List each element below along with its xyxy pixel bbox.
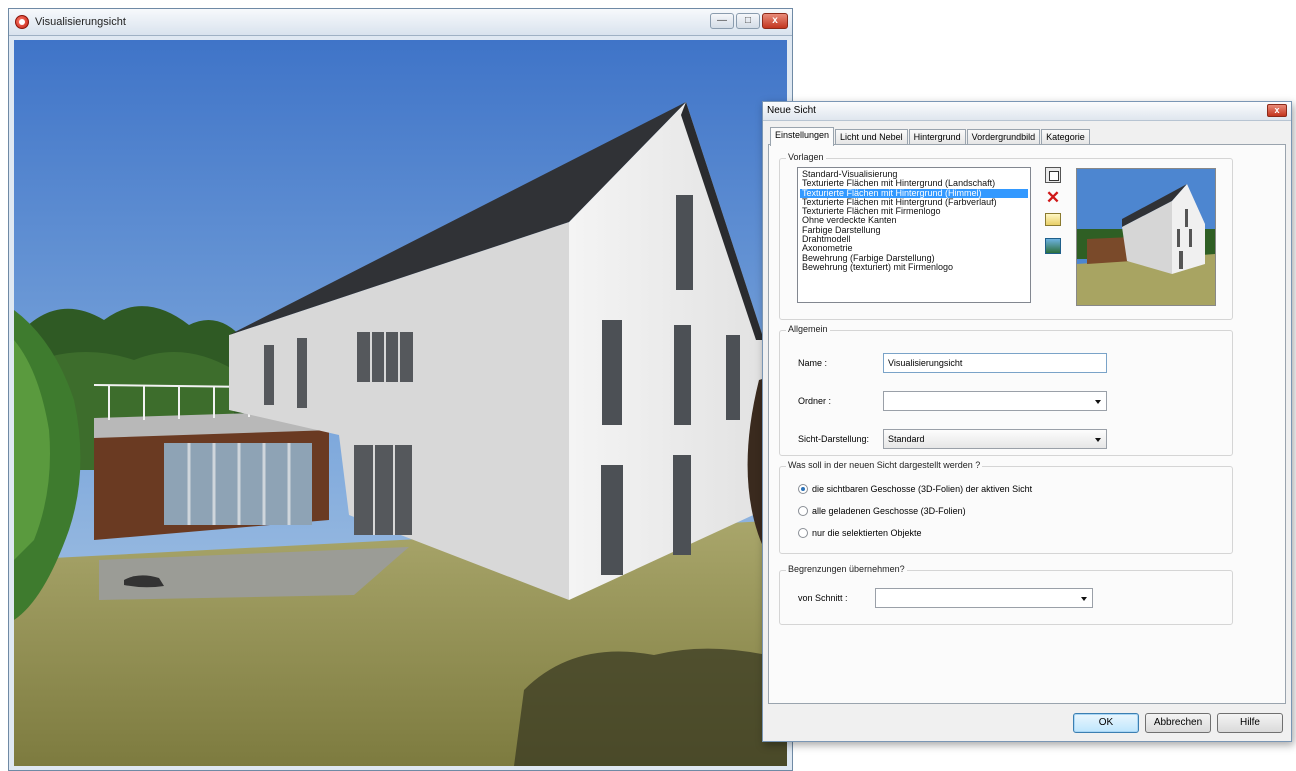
close-icon: x [772, 15, 778, 26]
3d-render-viewport[interactable] [14, 40, 787, 766]
general-group: Allgemein Name : Visualisierungsicht Ord… [779, 324, 1233, 456]
tab-einstellungen[interactable]: Einstellungen [770, 127, 835, 146]
radio-selected-objects-label: nur die selektierten Objekte [812, 528, 922, 538]
limits-legend: Begrenzungen übernehmen? [786, 564, 907, 574]
sicht-darstellung-label: Sicht-Darstellung: [798, 434, 870, 444]
radio-checked-icon [798, 484, 808, 494]
dropdown-arrow-icon [1081, 597, 1087, 601]
dialog-close-button[interactable]: x [1267, 104, 1287, 117]
list-item[interactable]: Bewehrung (texturiert) mit Firmenlogo [800, 262, 1028, 272]
radio-unchecked-icon [798, 506, 808, 516]
radio-all-floors[interactable]: alle geladenen Geschosse (3D-Folien) [798, 506, 966, 516]
delete-template-icon[interactable]: ✕ [1045, 189, 1061, 206]
maximize-icon: □ [744, 15, 752, 26]
visualization-window: Visualisierungsicht — □ x [8, 8, 793, 771]
minimize-icon: — [717, 15, 727, 26]
dropdown-arrow-icon [1095, 438, 1101, 442]
vis-window-titlebar[interactable]: Visualisierungsicht — □ x [9, 9, 792, 36]
radio-visible-floors-label: die sichtbaren Geschosse (3D-Folien) der… [812, 484, 1033, 494]
name-input[interactable]: Visualisierungsicht [883, 353, 1107, 373]
ordner-label: Ordner : [798, 396, 832, 406]
templates-list[interactable]: Standard-Visualisierung Texturierte Fläc… [797, 167, 1031, 303]
schnitt-label: von Schnitt : [798, 593, 848, 603]
templates-group: Vorlagen Standard-Visualisierung Texturi… [779, 152, 1233, 320]
copy-template-icon[interactable] [1045, 167, 1061, 183]
display-options-group: Was soll in der neuen Sicht dargestellt … [779, 460, 1233, 554]
new-view-dialog: Neue Sicht x Einstellungen Licht und Neb… [762, 101, 1292, 742]
dropdown-arrow-icon [1095, 400, 1101, 404]
name-label: Name : [798, 358, 828, 368]
display-options-legend: Was soll in der neuen Sicht dargestellt … [786, 460, 983, 470]
folder-icon[interactable] [1045, 213, 1061, 226]
dialog-title: Neue Sicht [767, 105, 816, 116]
radio-unchecked-icon [798, 528, 808, 538]
radio-all-floors-label: alle geladenen Geschosse (3D-Folien) [812, 506, 966, 516]
general-legend: Allgemein [786, 324, 830, 334]
close-window-button[interactable]: x [762, 13, 788, 29]
ok-button[interactable]: OK [1073, 713, 1139, 733]
sicht-darstellung-dropdown[interactable]: Standard [883, 429, 1107, 449]
radio-selected-objects[interactable]: nur die selektierten Objekte [798, 528, 922, 538]
dialog-titlebar[interactable]: Neue Sicht x [763, 102, 1291, 121]
maximize-button[interactable]: □ [736, 13, 760, 29]
schnitt-dropdown[interactable] [875, 588, 1093, 608]
settings-tab-panel: Vorlagen Standard-Visualisierung Texturi… [768, 144, 1286, 704]
limits-group: Begrenzungen übernehmen? von Schnitt : [779, 564, 1233, 625]
ordner-dropdown[interactable] [883, 391, 1107, 411]
templates-legend: Vorlagen [786, 152, 826, 162]
help-button[interactable]: Hilfe [1217, 713, 1283, 733]
dialog-tabs: Einstellungen Licht und Nebel Hintergrun… [770, 127, 1091, 146]
sicht-darstellung-value: Standard [888, 434, 925, 444]
radio-visible-floors[interactable]: die sichtbaren Geschosse (3D-Folien) der… [798, 484, 1032, 494]
template-preview-thumbnail [1076, 168, 1216, 306]
app-logo-icon [15, 15, 29, 29]
vis-window-title: Visualisierungsicht [35, 16, 126, 28]
cancel-button[interactable]: Abbrechen [1145, 713, 1211, 733]
minimize-button[interactable]: — [710, 13, 734, 29]
image-icon[interactable] [1045, 238, 1061, 254]
house-render-image [14, 40, 787, 766]
